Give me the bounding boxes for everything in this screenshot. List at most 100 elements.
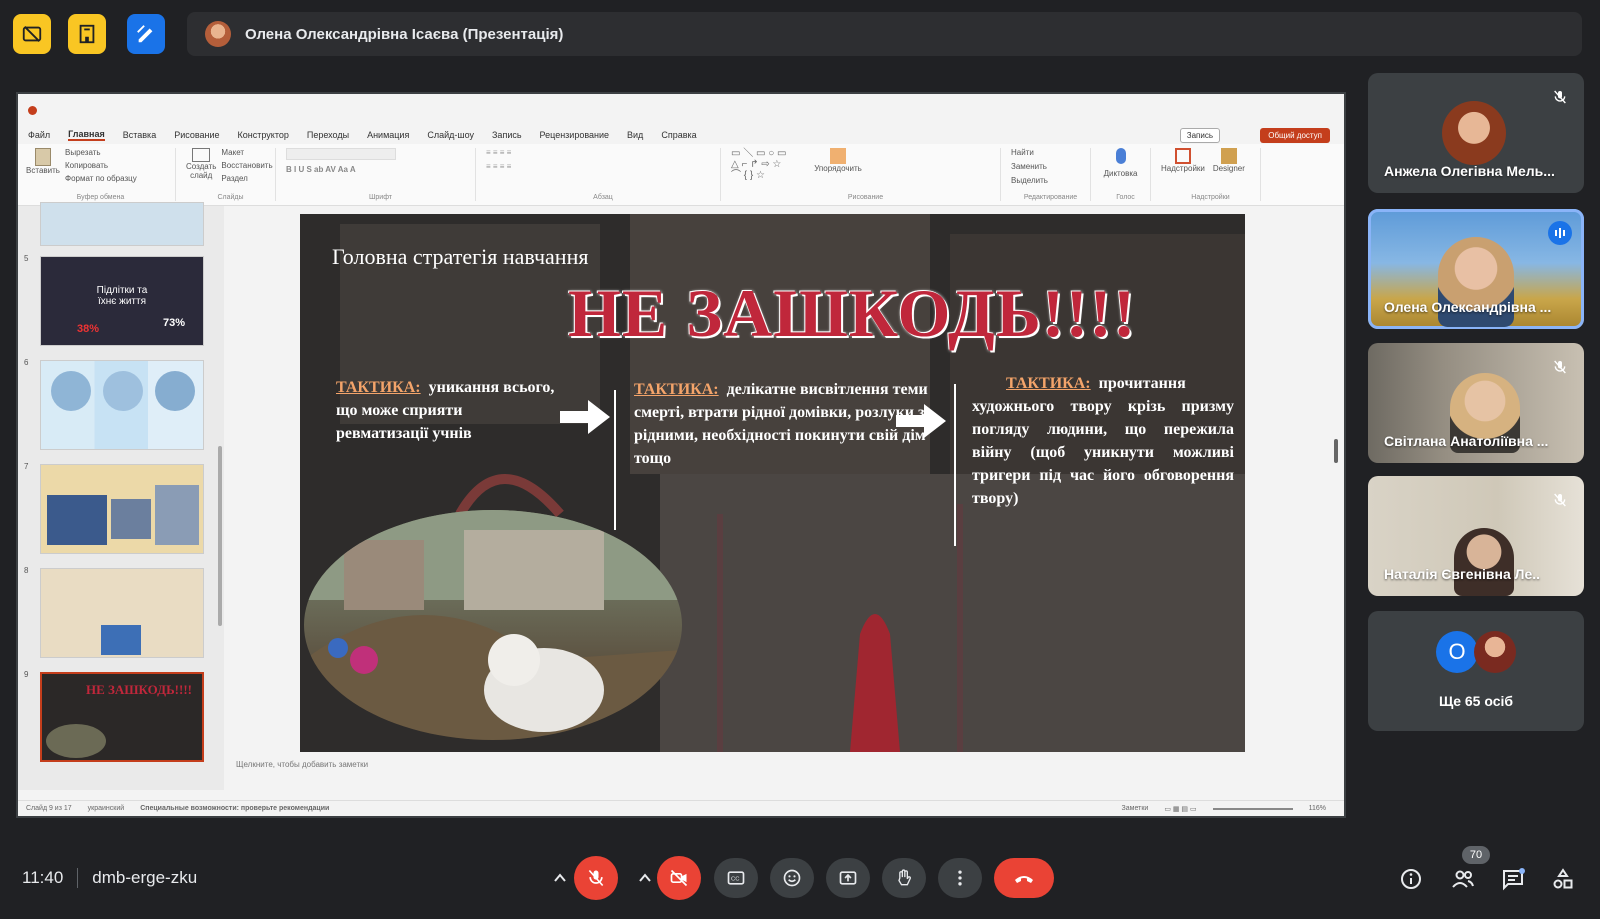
menu-transitions[interactable]: Переходы — [307, 130, 349, 140]
pen-edit-icon[interactable] — [127, 14, 165, 54]
mic-off-icon — [1548, 488, 1572, 512]
activities-button[interactable] — [1550, 866, 1576, 892]
find-button[interactable]: Найти — [1011, 148, 1080, 157]
designer-button[interactable]: Designer — [1213, 164, 1245, 173]
leave-call-button[interactable] — [994, 858, 1054, 898]
participant-tile[interactable]: Анжела Олегівна Мель... — [1368, 73, 1584, 193]
ppt-ribbon: Вставить Вырезать Копировать Формат по о… — [18, 144, 1344, 206]
align-buttons[interactable]: ≡ ≡ ≡ ≡ — [486, 162, 710, 171]
meeting-details-button[interactable] — [1398, 866, 1424, 892]
participant-tile[interactable]: Світлана Анатоліївна ... — [1368, 343, 1584, 463]
teddy-bear-photo — [304, 510, 682, 740]
menu-design[interactable]: Конструктор — [238, 130, 289, 140]
menu-help[interactable]: Справка — [661, 130, 696, 140]
paste-icon[interactable] — [35, 148, 51, 166]
end-call-icon — [1015, 876, 1033, 883]
copy-button[interactable]: Копировать — [65, 161, 137, 170]
chevron-up-icon[interactable] — [638, 870, 652, 886]
menu-view[interactable]: Вид — [627, 130, 643, 140]
more-options-button[interactable] — [938, 858, 982, 898]
participant-tile[interactable]: Наталія Євгенівна Ле.. — [1368, 476, 1584, 596]
thumbnail-text: НЕ ЗАШКОДЬ!!!! — [86, 682, 192, 697]
shapes-gallery[interactable]: ▭ ＼ ▭ ○ ▭ △ ⌐ ↱ ⇨ ☆ ⌒ { } ☆ — [731, 148, 811, 184]
menu-file[interactable]: Файл — [28, 130, 50, 140]
raise-hand-button[interactable] — [882, 858, 926, 898]
svg-text:CC: CC — [731, 877, 739, 883]
tactic-text: прочитання художнього твору крізь призму… — [972, 375, 1234, 507]
chat-button[interactable] — [1500, 866, 1526, 892]
menu-home[interactable]: Главная — [68, 129, 105, 141]
arrange-icon[interactable] — [830, 148, 846, 164]
thumbnail-image — [155, 485, 199, 545]
font-family-select[interactable] — [286, 148, 396, 160]
reset-button[interactable]: Восстановить — [221, 161, 272, 170]
format-painter-button[interactable]: Формат по образцу — [65, 174, 137, 183]
menu-animations[interactable]: Анимация — [367, 130, 409, 140]
list-buttons[interactable]: ≡ ≡ ≡ ≡ — [486, 148, 710, 157]
notes-placeholder[interactable]: Щелкните, чтобы добавить заметки — [236, 760, 368, 769]
reactions-button[interactable] — [770, 858, 814, 898]
thumbnail-image — [103, 371, 143, 411]
microphone-icon[interactable] — [1115, 148, 1126, 164]
building-icon[interactable] — [68, 14, 106, 54]
slide-scrollbar[interactable] — [1334, 439, 1338, 463]
notes-button[interactable]: Заметки — [1122, 805, 1149, 812]
menu-record[interactable]: Запись — [492, 130, 522, 140]
addins-icon[interactable] — [1174, 148, 1191, 164]
menu-review[interactable]: Рецензирование — [540, 130, 610, 140]
participant-avatar — [1442, 101, 1506, 165]
record-button[interactable]: Запись — [1179, 128, 1220, 143]
more-vertical-icon — [958, 870, 962, 886]
editing-group-label: Редактирование — [1023, 194, 1078, 201]
new-slide-button[interactable]: Создать слайд — [186, 162, 216, 180]
activities-icon — [1553, 868, 1573, 889]
share-button[interactable]: Общий доступ — [1260, 128, 1330, 143]
slide-thumbnail-7[interactable] — [40, 464, 204, 554]
slide-thumbnail-8[interactable] — [40, 568, 204, 658]
thumbnail-image — [111, 499, 151, 539]
section-button[interactable]: Раздел — [221, 174, 272, 183]
language-status[interactable]: украинский — [88, 805, 125, 812]
present-screen-button[interactable] — [826, 858, 870, 898]
present-icon — [839, 871, 857, 885]
current-slide[interactable]: Головна стратегія навчання НЕ ЗАШКОДЬ!!!… — [300, 214, 1245, 752]
microphone-toggle-button[interactable] — [574, 856, 618, 900]
zoom-slider[interactable] — [1212, 807, 1293, 810]
participant-tile[interactable]: Олена Олександрівна ... — [1368, 209, 1584, 329]
addins-button[interactable]: Надстройки — [1161, 164, 1205, 173]
layout-button[interactable]: Макет — [221, 148, 272, 157]
cut-button[interactable]: Вырезать — [65, 148, 137, 157]
camera-toggle-button[interactable] — [657, 856, 701, 900]
info-icon — [1401, 869, 1421, 889]
presenter-bar: Олена Олександрівна Ісаєва (Презентація) — [187, 12, 1582, 56]
menu-draw[interactable]: Рисование — [174, 130, 219, 140]
accessibility-status[interactable]: Специальные возможности: проверьте реком… — [140, 805, 329, 812]
slide-thumbnail-9[interactable]: НЕ ЗАШКОДЬ!!!! — [40, 672, 204, 762]
zoom-level[interactable]: 116% — [1309, 805, 1326, 812]
no-video-icon[interactable] — [13, 14, 51, 54]
drawing-group-label: Рисование — [847, 194, 884, 201]
view-buttons[interactable]: ▭ ▦ ▤ ▭ — [1164, 805, 1196, 813]
people-button[interactable] — [1450, 866, 1476, 892]
font-style-buttons[interactable]: B I U S ab AV Aa A — [286, 165, 465, 174]
captions-button[interactable]: CC — [714, 858, 758, 898]
slide-thumbnail-6[interactable] — [40, 360, 204, 450]
slide-thumbnail-5[interactable]: Підлітки та їхнє життя 38% 73% — [40, 256, 204, 346]
replace-button[interactable]: Заменить — [1011, 162, 1080, 171]
designer-icon[interactable] — [1220, 148, 1237, 164]
arrange-button[interactable]: Упорядочить — [814, 164, 862, 173]
more-participants-tile[interactable]: О Ще 65 осіб — [1368, 611, 1584, 731]
new-slide-icon[interactable] — [192, 148, 211, 162]
slide-thumbnail-4[interactable] — [40, 202, 204, 246]
menu-insert[interactable]: Вставка — [123, 130, 156, 140]
paste-button[interactable]: Вставить — [26, 166, 60, 175]
dictate-button[interactable]: Диктовка — [1104, 169, 1138, 178]
meeting-code: dmb-erge-zku — [92, 868, 198, 887]
menu-slideshow[interactable]: Слайд-шоу — [427, 130, 474, 140]
thumbnail-text: Підлітки та їхнє життя — [96, 285, 148, 307]
select-button[interactable]: Выделить — [1011, 176, 1080, 185]
slide-headline: НЕ ЗАШКОДЬ!!!! — [568, 275, 1137, 351]
thumbnails-scrollbar[interactable] — [218, 446, 222, 626]
chevron-up-icon[interactable] — [553, 870, 567, 886]
voice-group-label: Голос — [1116, 194, 1135, 201]
